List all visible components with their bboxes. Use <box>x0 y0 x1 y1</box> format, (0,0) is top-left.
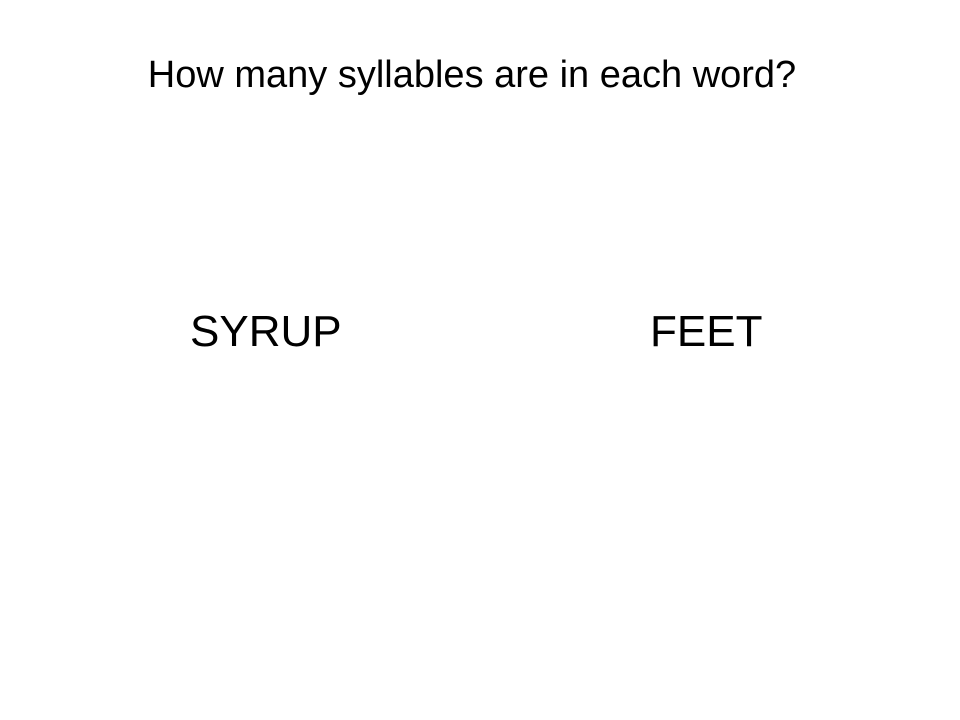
slide-title: How many syllables are in each word? <box>147 54 797 96</box>
word-feet: FEET <box>650 307 763 356</box>
slide: How many syllables are in each word? SYR… <box>0 0 960 720</box>
word-syrup: SYRUP <box>190 307 342 356</box>
